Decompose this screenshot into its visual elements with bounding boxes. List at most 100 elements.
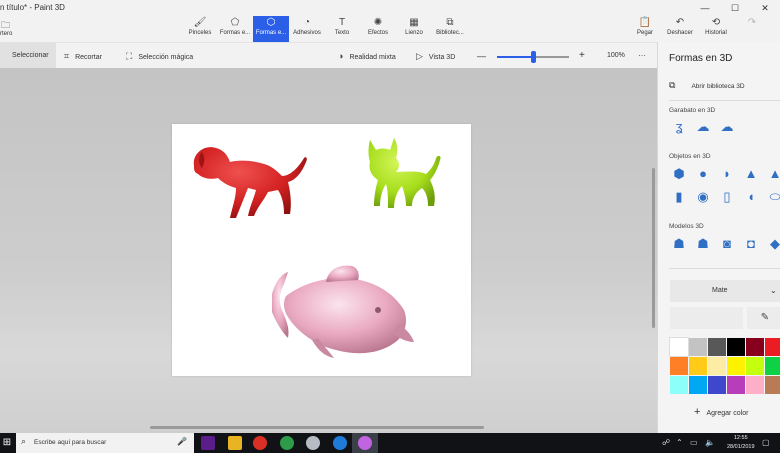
cube-icon[interactable]: ⬢ bbox=[670, 165, 688, 183]
paste-button[interactable]: 📋 Pegar bbox=[632, 16, 658, 42]
color-swatch[interactable] bbox=[689, 376, 707, 394]
maximize-button[interactable]: ☐ bbox=[720, 0, 750, 16]
torus-icon[interactable]: ⬭ bbox=[766, 188, 780, 206]
sphere-icon[interactable]: ● bbox=[694, 165, 712, 183]
sharp-doodle-icon[interactable]: ʓ bbox=[670, 118, 688, 136]
notifications-icon[interactable]: ▢ bbox=[762, 433, 770, 453]
fish-model-icon[interactable]: ◆ bbox=[766, 235, 780, 253]
tool-text[interactable]: T Texto bbox=[328, 16, 356, 42]
color-swatch[interactable] bbox=[670, 376, 688, 394]
network-icon[interactable]: ▭ bbox=[690, 433, 698, 453]
mixed-reality-button[interactable]: ◑ Realidad mixta bbox=[338, 43, 396, 69]
select-label: Seleccionar bbox=[12, 52, 49, 59]
cylinder-icon[interactable]: ▮ bbox=[670, 188, 688, 206]
color-swatch[interactable] bbox=[765, 338, 780, 356]
menu-button[interactable]: 🗀 rtero bbox=[0, 16, 22, 42]
vertical-scrollbar[interactable] bbox=[652, 168, 655, 328]
redo-icon: ↷ bbox=[747, 17, 757, 28]
tube-icon[interactable]: ◉ bbox=[694, 188, 712, 206]
color-swatch[interactable] bbox=[669, 337, 689, 357]
title-bar: n título* - Paint 3D — ☐ ✕ bbox=[0, 0, 780, 16]
tool-brushes[interactable]: 🖌 Pinceles bbox=[186, 16, 214, 42]
cat-model-icon[interactable]: ◘ bbox=[742, 235, 760, 253]
chrome-icon[interactable] bbox=[253, 436, 267, 450]
magic-select-icon: ⛶ bbox=[126, 51, 133, 61]
color-swatch[interactable] bbox=[708, 338, 726, 356]
hemisphere-icon[interactable]: ◗ bbox=[718, 165, 736, 183]
color-swatch[interactable] bbox=[727, 338, 745, 356]
view-3d-button[interactable]: ▷ Vista 3D bbox=[416, 43, 455, 69]
tool-label: Formas e... bbox=[219, 30, 251, 36]
mixed-reality-icon: ◑ bbox=[338, 51, 344, 61]
color-swatch[interactable] bbox=[746, 376, 764, 394]
magic-select-button[interactable]: ⛶ Selección mágica bbox=[126, 43, 193, 69]
minimize-button[interactable]: — bbox=[690, 0, 720, 16]
green-cat-model[interactable] bbox=[368, 138, 441, 208]
cone-icon[interactable]: ▲ bbox=[742, 165, 760, 183]
chevron-up-icon[interactable]: ⌃ bbox=[676, 433, 683, 453]
people-icon[interactable]: ☍ bbox=[662, 433, 670, 453]
telegram-icon[interactable] bbox=[333, 436, 347, 450]
woman-model-icon[interactable]: ☗ bbox=[694, 235, 712, 253]
color-swatch[interactable] bbox=[689, 338, 707, 356]
close-button[interactable]: ✕ bbox=[750, 0, 780, 16]
capsule-icon[interactable]: ▯ bbox=[718, 188, 736, 206]
zoom-slider-thumb[interactable] bbox=[531, 51, 536, 63]
brush-icon: 🖌 bbox=[193, 17, 207, 28]
history-button[interactable]: ⟲ Historial bbox=[701, 16, 731, 42]
horizontal-scrollbar[interactable] bbox=[150, 426, 484, 429]
color-swatch[interactable] bbox=[765, 376, 780, 394]
pyramid-icon[interactable]: ▲ bbox=[766, 165, 780, 183]
dog-model-icon[interactable]: ◙ bbox=[718, 235, 736, 253]
tool-canvas[interactable]: ▦ Lienzo bbox=[400, 16, 428, 42]
color-swatch[interactable] bbox=[670, 357, 688, 375]
color-swatch[interactable] bbox=[727, 357, 745, 375]
view-3d-icon: ▷ bbox=[416, 51, 423, 61]
app-icon[interactable] bbox=[306, 436, 320, 450]
workspace bbox=[0, 68, 657, 433]
zoom-slider[interactable] bbox=[497, 51, 569, 63]
task-view-icon[interactable] bbox=[201, 436, 215, 450]
eyedropper-icon[interactable]: ✎ bbox=[747, 307, 780, 329]
zoom-out-button[interactable]: — bbox=[477, 43, 486, 69]
color-swatch[interactable] bbox=[746, 338, 764, 356]
crop-button[interactable]: ⌗ Recortar bbox=[64, 43, 102, 69]
add-color-button[interactable]: + Agregar color bbox=[670, 402, 780, 422]
chevron-down-icon: ⌄ bbox=[770, 286, 777, 295]
drawing-canvas[interactable] bbox=[172, 124, 471, 376]
redo-button[interactable]: ↷ bbox=[740, 16, 764, 42]
material-dropdown[interactable]: Mate ⌄ bbox=[670, 280, 780, 302]
volume-icon[interactable]: 🔈 bbox=[705, 433, 715, 453]
color-swatch[interactable] bbox=[746, 357, 764, 375]
color-swatch[interactable] bbox=[727, 376, 745, 394]
file-explorer-icon[interactable] bbox=[228, 436, 242, 450]
tube-doodle-icon[interactable]: ☁ bbox=[718, 118, 736, 136]
donut-icon[interactable]: ◖ bbox=[742, 188, 760, 206]
color-swatch[interactable] bbox=[689, 357, 707, 375]
open-3d-library-button[interactable]: ⧉ Abrir biblioteca 3D bbox=[669, 76, 780, 94]
undo-button[interactable]: ↶ Deshacer bbox=[665, 16, 695, 42]
whatsapp-icon[interactable] bbox=[280, 436, 294, 450]
start-button[interactable]: ⊞ bbox=[0, 433, 16, 453]
tool-3d-shapes[interactable]: ⬡ Formas e... bbox=[253, 16, 289, 42]
tool-2d-shapes[interactable]: ⬠ Formas e... bbox=[218, 16, 252, 42]
red-dog-model[interactable] bbox=[193, 147, 307, 218]
microphone-icon[interactable]: 🎤 bbox=[177, 437, 187, 446]
soft-doodle-icon[interactable]: ☁ bbox=[694, 118, 712, 136]
color-swatch[interactable] bbox=[765, 357, 780, 375]
tool-stickers[interactable]: ◔ Adhesivos bbox=[291, 16, 323, 42]
color-swatch[interactable] bbox=[708, 357, 726, 375]
tool-library[interactable]: ⧉ Bibliotec... bbox=[433, 16, 467, 42]
material-value: Mate bbox=[712, 287, 728, 294]
more-options-button[interactable]: ··· bbox=[638, 43, 646, 69]
man-model-icon[interactable]: ☗ bbox=[670, 235, 688, 253]
select-button[interactable]: Seleccionar bbox=[0, 43, 56, 69]
tool-effects[interactable]: ✺ Efectos bbox=[364, 16, 392, 42]
taskbar-clock[interactable]: 12:55 28/01/2019 bbox=[727, 434, 755, 452]
paint-3d-icon[interactable] bbox=[358, 436, 372, 450]
pink-fish-model[interactable] bbox=[272, 265, 414, 358]
color-swatch[interactable] bbox=[708, 376, 726, 394]
zoom-in-button[interactable]: + bbox=[579, 43, 585, 69]
taskbar-search[interactable]: ⌕ Escribe aquí para buscar 🎤 bbox=[0, 433, 194, 453]
open-library-label: Abrir biblioteca 3D bbox=[691, 83, 745, 90]
